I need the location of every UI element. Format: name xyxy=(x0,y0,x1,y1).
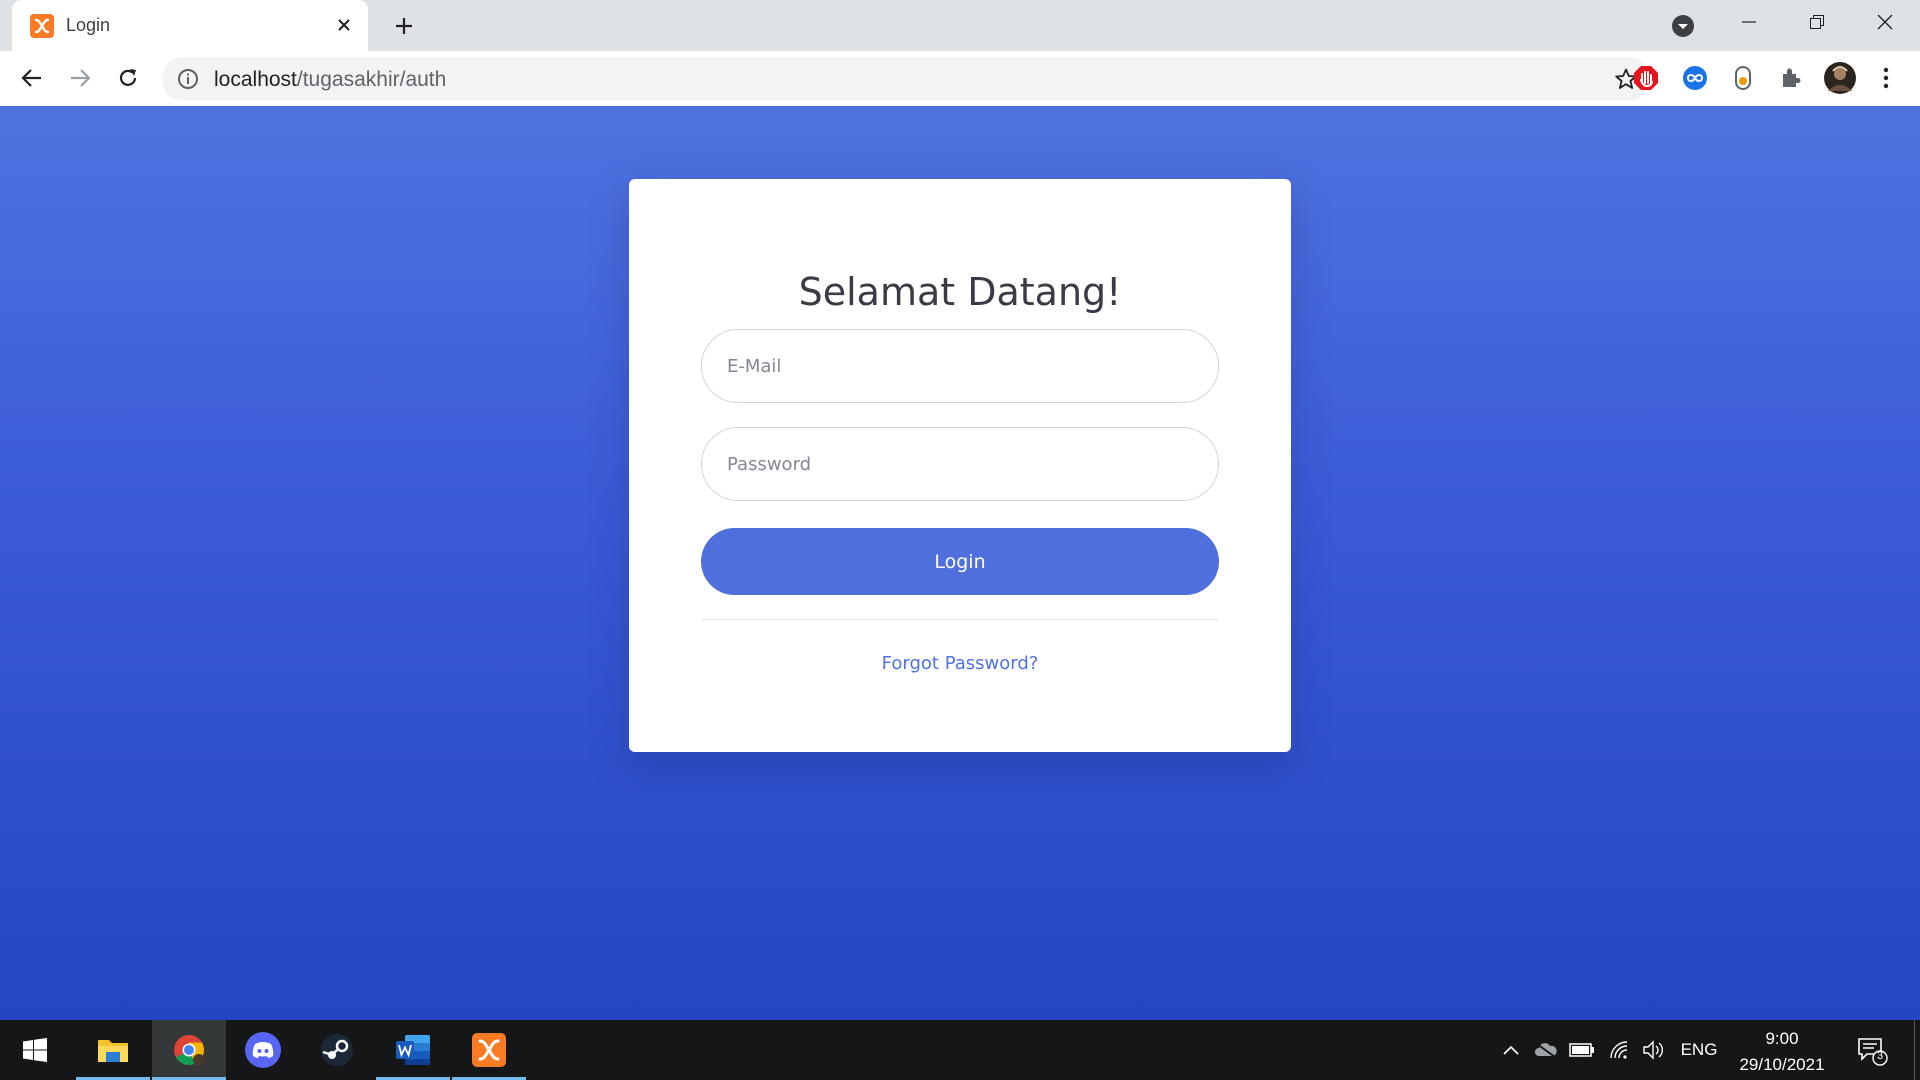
email-field[interactable] xyxy=(701,329,1219,403)
loop-extension-icon[interactable] xyxy=(1681,64,1709,92)
language-indicator[interactable]: ENG xyxy=(1674,1020,1724,1080)
taskbar-steam[interactable] xyxy=(300,1020,374,1080)
language-text: ENG xyxy=(1680,1040,1718,1059)
taskbar-chrome[interactable] xyxy=(152,1020,226,1080)
show-desktop-button[interactable] xyxy=(1914,1020,1920,1080)
discord-icon xyxy=(245,1032,281,1068)
volume-icon[interactable] xyxy=(1638,1020,1670,1080)
extensions-puzzle-icon[interactable] xyxy=(1777,64,1805,92)
tab-strip: Login xyxy=(0,0,1920,51)
forward-icon[interactable] xyxy=(64,62,96,94)
adblock-extension-icon[interactable] xyxy=(1632,64,1660,92)
url-text: localhost/tugasakhir/auth xyxy=(214,68,446,92)
tab-login[interactable]: Login xyxy=(12,0,368,51)
forgot-password-link[interactable]: Forgot Password? xyxy=(629,653,1291,674)
notification-count: 3 xyxy=(1876,1050,1884,1062)
xampp-icon xyxy=(472,1033,506,1067)
windows-icon xyxy=(23,1038,47,1062)
taskbar-word[interactable] xyxy=(376,1020,450,1080)
restore-icon[interactable] xyxy=(1785,0,1849,44)
minimize-icon[interactable] xyxy=(1717,0,1781,44)
back-icon[interactable] xyxy=(16,62,48,94)
taskbar-xampp[interactable] xyxy=(452,1020,526,1080)
page-title: Selamat Datang! xyxy=(798,270,1122,315)
password-field[interactable] xyxy=(701,427,1219,501)
clock-date: 29/10/2021 xyxy=(1739,1055,1825,1074)
tab-title: Login xyxy=(66,15,111,35)
divider xyxy=(701,619,1219,620)
file-explorer-icon xyxy=(98,1040,128,1062)
start-button[interactable] xyxy=(0,1020,70,1080)
battery-extension-icon[interactable] xyxy=(1729,64,1757,92)
clock-time: 9:00 xyxy=(1765,1029,1799,1048)
page-background: Selamat Datang! Login Forgot Password? xyxy=(0,106,1920,1020)
tab-search-icon[interactable] xyxy=(1670,13,1696,39)
chrome-icon xyxy=(174,1035,205,1066)
wifi-icon[interactable] xyxy=(1604,1020,1636,1080)
taskbar-discord[interactable] xyxy=(226,1020,300,1080)
word-icon xyxy=(396,1035,430,1065)
steam-icon xyxy=(321,1034,353,1066)
site-info-icon[interactable] xyxy=(176,67,200,91)
profile-avatar[interactable] xyxy=(1823,61,1857,95)
browser-toolbar: localhost/tugasakhir/auth xyxy=(0,51,1920,107)
close-window-icon[interactable] xyxy=(1853,0,1917,44)
xampp-icon xyxy=(30,14,54,38)
url-path: /tugasakhir/auth xyxy=(296,68,447,91)
taskbar-file-explorer[interactable] xyxy=(76,1020,150,1080)
login-button[interactable]: Login xyxy=(701,528,1219,595)
close-tab-icon[interactable] xyxy=(332,13,356,37)
new-tab-icon[interactable] xyxy=(390,12,418,40)
chrome-menu-icon[interactable] xyxy=(1872,64,1900,92)
show-hidden-icons-chevron-up-icon[interactable] xyxy=(1496,1020,1526,1080)
action-center-icon[interactable]: 3 xyxy=(1856,1034,1888,1066)
address-bar[interactable]: localhost/tugasakhir/auth xyxy=(162,57,1650,101)
onedrive-cloud-icon[interactable] xyxy=(1530,1020,1562,1080)
windows-taskbar: ENG 9:00 29/10/2021 3 xyxy=(0,1020,1920,1080)
login-card: Selamat Datang! Login Forgot Password? xyxy=(629,179,1291,752)
reload-icon[interactable] xyxy=(112,62,144,94)
url-host: localhost xyxy=(214,68,297,91)
taskbar-clock[interactable]: 9:00 29/10/2021 xyxy=(1720,1026,1844,1078)
battery-icon[interactable] xyxy=(1566,1020,1598,1080)
